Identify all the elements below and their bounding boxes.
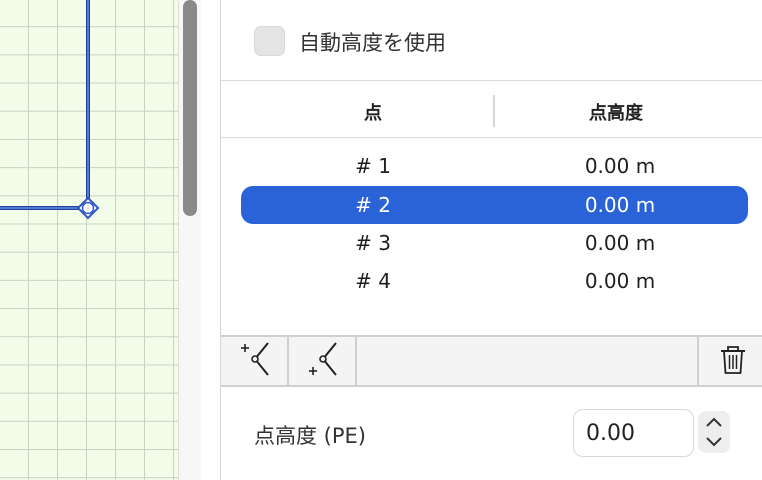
auto-height-checkbox[interactable] — [254, 26, 285, 56]
table-header: 点 点高度 — [221, 81, 762, 138]
toolbar-separator — [355, 337, 357, 385]
inspector-panel: 自動高度を使用 点 点高度 # 1 0.00 m # 2 0.00 m # 3 … — [221, 0, 762, 480]
vertical-scrollbar[interactable] — [178, 0, 201, 480]
point-toolbar — [221, 335, 762, 387]
trash-icon — [721, 346, 745, 374]
column-header-height[interactable]: 点高度 — [495, 99, 737, 125]
add-point-after-icon — [309, 342, 337, 376]
height-cell: 0.00 m — [584, 154, 656, 178]
delete-point-button[interactable] — [699, 337, 762, 385]
table-row[interactable]: # 1 0.00 m — [241, 147, 748, 185]
drawing-canvas[interactable] — [0, 0, 178, 480]
add-point-before-button[interactable] — [221, 337, 287, 385]
stepper-arrows-icon — [706, 417, 722, 447]
height-cell: 0.00 m — [584, 269, 656, 293]
point-cell: # 4 — [355, 269, 391, 293]
vertex-handle[interactable] — [76, 196, 100, 220]
table-row-selected[interactable]: # 2 0.00 m — [241, 186, 748, 224]
auto-height-label: 自動高度を使用 — [299, 31, 446, 55]
point-height-label: 点高度 (PE) — [254, 424, 366, 448]
point-cell: # 3 — [355, 231, 391, 255]
auto-height-row: 自動高度を使用 — [221, 0, 762, 81]
scrollbar-thumb[interactable] — [183, 0, 197, 216]
point-cell: # 1 — [355, 154, 391, 178]
height-cell: 0.00 m — [584, 231, 656, 255]
column-header-point[interactable]: 点 — [221, 99, 525, 125]
add-point-after-button[interactable] — [289, 337, 355, 385]
table-row[interactable]: # 3 0.00 m — [241, 224, 748, 262]
point-height-stepper[interactable] — [698, 411, 730, 453]
height-cell: 0.00 m — [584, 193, 656, 217]
add-point-before-icon — [241, 342, 269, 376]
point-height-input[interactable] — [573, 409, 694, 457]
shape-outline[interactable] — [0, 0, 178, 480]
point-list: # 1 0.00 m # 2 0.00 m # 3 0.00 m # 4 0.0… — [221, 138, 762, 335]
point-cell: # 2 — [355, 193, 391, 217]
table-row[interactable]: # 4 0.00 m — [241, 262, 748, 300]
